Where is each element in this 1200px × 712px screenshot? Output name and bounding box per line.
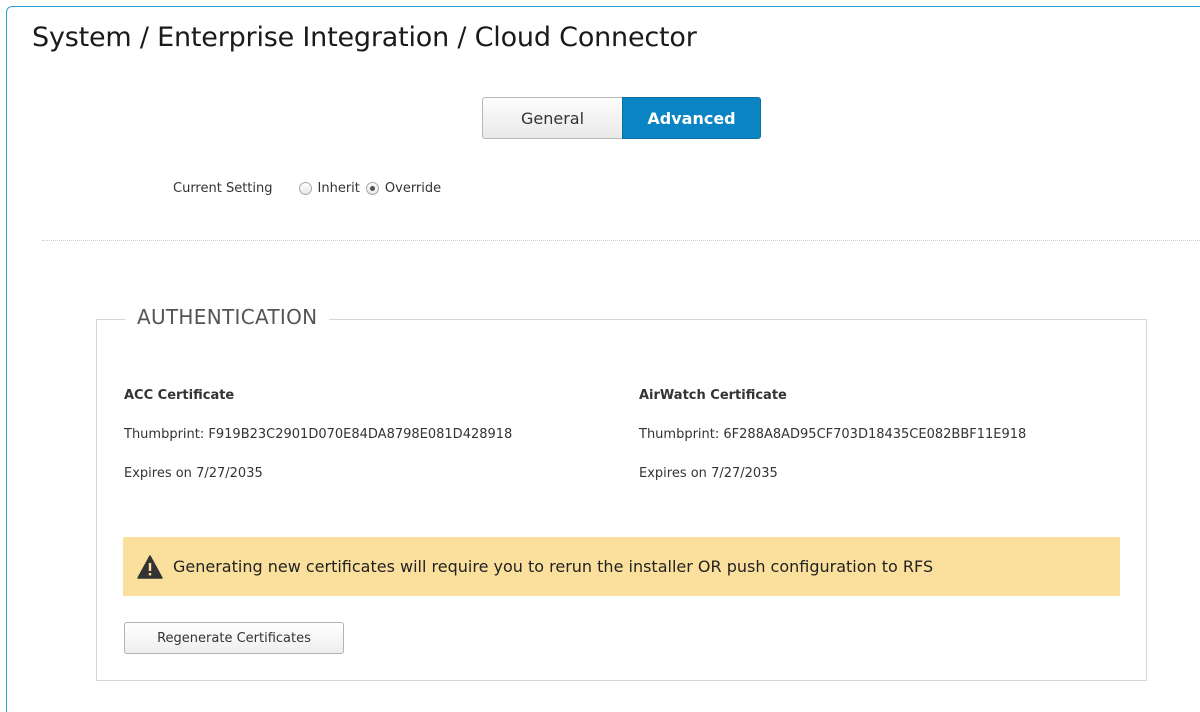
acc-thumbprint-label: Thumbprint: [124,427,205,442]
override-radio[interactable] [365,182,379,195]
acc-expires-row: Expires on 7/27/2035 [124,466,263,481]
airwatch-expires-row: Expires on 7/27/2035 [639,466,778,481]
inherit-radio[interactable] [298,182,312,195]
airwatch-thumbprint-row: Thumbprint: 6F288A8AD95CF703D18435CE082B… [639,427,1026,442]
acc-expires-label: Expires on [124,466,192,481]
acc-certificate-title: ACC Certificate [124,388,235,403]
regenerate-certificates-button[interactable]: Regenerate Certificates [124,622,344,654]
acc-thumbprint-row: Thumbprint: F919B23C2901D070E84DA8798E08… [124,427,512,442]
acc-expires-value: 7/27/2035 [196,466,263,481]
airwatch-expires-label: Expires on [639,466,707,481]
tab-advanced[interactable]: Advanced [622,97,761,139]
airwatch-thumbprint-value: 6F288A8AD95CF703D18435CE082BBF11E918 [723,427,1027,442]
authentication-legend: AUTHENTICATION [125,305,330,329]
current-setting-label: Current Setting [173,181,273,196]
warning-text: Generating new certificates will require… [173,557,934,576]
section-divider [42,240,1200,241]
current-setting-row: Current Setting Inherit Override [173,181,447,196]
airwatch-certificate-title: AirWatch Certificate [639,388,787,403]
warning-triangle-icon [137,554,163,579]
airwatch-thumbprint-label: Thumbprint: [639,427,720,442]
certificate-warning-banner: Generating new certificates will require… [123,537,1120,596]
tab-switcher: General Advanced [482,97,761,139]
airwatch-expires-value: 7/27/2035 [711,466,778,481]
acc-thumbprint-value: F919B23C2901D070E84DA8798E081D428918 [208,427,513,442]
override-radio-label[interactable]: Override [385,181,441,196]
tab-general[interactable]: General [482,97,622,139]
inherit-radio-label[interactable]: Inherit [318,181,360,196]
acc-certificate-block: ACC Certificate Thumbprint: F919B23C2901… [124,388,584,488]
page-title: System / Enterprise Integration / Cloud … [32,22,697,53]
airwatch-certificate-block: AirWatch Certificate Thumbprint: 6F288A8… [639,388,1119,488]
